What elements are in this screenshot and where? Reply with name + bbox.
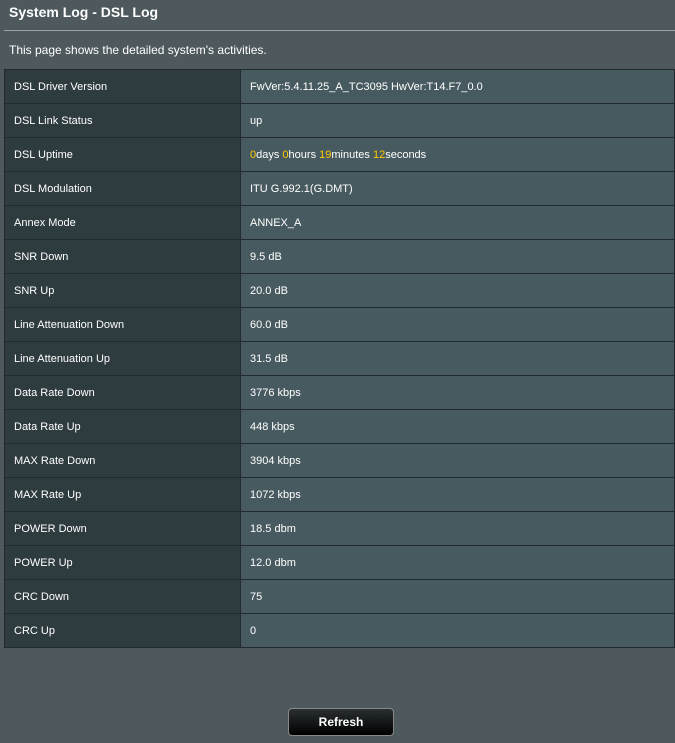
row-label: Line Attenuation Up: [4, 341, 241, 376]
row-value: 20.0 dB: [240, 273, 675, 308]
row-value: 0: [240, 613, 675, 648]
row-value: 12.0 dbm: [240, 545, 675, 580]
row-label: DSL Link Status: [4, 103, 241, 138]
row-label: Data Rate Up: [4, 409, 241, 444]
table-row-dsl-uptime: DSL Uptime 0days 0hours 19minutes 12seco…: [4, 137, 675, 172]
uptime-hours-unit: hours: [288, 148, 320, 161]
row-label: Data Rate Down: [4, 375, 241, 410]
table-row-dsl-modulation: DSL Modulation ITU G.992.1(G.DMT): [4, 171, 675, 206]
row-value: up: [240, 103, 675, 138]
table-row-snr-down: SNR Down 9.5 dB: [4, 239, 675, 274]
row-label: Annex Mode: [4, 205, 241, 240]
row-value: 75: [240, 579, 675, 614]
row-value: 60.0 dB: [240, 307, 675, 342]
row-value: 18.5 dbm: [240, 511, 675, 546]
table-row-crc-up: CRC Up 0: [4, 613, 675, 648]
row-label: CRC Up: [4, 613, 241, 648]
row-value: ITU G.992.1(G.DMT): [240, 171, 675, 206]
row-value: 448 kbps: [240, 409, 675, 444]
uptime-value: 0days 0hours 19minutes 12seconds: [240, 137, 675, 172]
title-divider: [4, 30, 675, 31]
row-label: MAX Rate Up: [4, 477, 241, 512]
uptime-days-unit: days: [256, 148, 283, 161]
table-row-line-attenuation-up: Line Attenuation Up 31.5 dB: [4, 341, 675, 376]
table-row-data-rate-up: Data Rate Up 448 kbps: [4, 409, 675, 444]
row-label: Line Attenuation Down: [4, 307, 241, 342]
row-label: DSL Modulation: [4, 171, 241, 206]
row-label: DSL Driver Version: [4, 69, 241, 104]
table-row-max-rate-up: MAX Rate Up 1072 kbps: [4, 477, 675, 512]
row-label: SNR Down: [4, 239, 241, 274]
table-row-power-down: POWER Down 18.5 dbm: [4, 511, 675, 546]
table-row-power-up: POWER Up 12.0 dbm: [4, 545, 675, 580]
page-description: This page shows the detailed system's ac…: [9, 43, 267, 57]
table-row-snr-up: SNR Up 20.0 dB: [4, 273, 675, 308]
uptime-seconds: 12: [372, 148, 386, 161]
table-row-max-rate-down: MAX Rate Down 3904 kbps: [4, 443, 675, 478]
row-value: 3776 kbps: [240, 375, 675, 410]
dsl-log-table: DSL Driver Version FwVer:5.4.11.25_A_TC3…: [4, 69, 675, 648]
row-value: 9.5 dB: [240, 239, 675, 274]
row-value: 31.5 dB: [240, 341, 675, 376]
row-label: POWER Down: [4, 511, 241, 546]
page-title: System Log - DSL Log: [9, 4, 159, 20]
row-value: 1072 kbps: [240, 477, 675, 512]
table-row-dsl-link-status: DSL Link Status up: [4, 103, 675, 138]
row-value: 3904 kbps: [240, 443, 675, 478]
row-label: POWER Up: [4, 545, 241, 580]
table-row-crc-down: CRC Down 75: [4, 579, 675, 614]
row-label: CRC Down: [4, 579, 241, 614]
table-row-dsl-driver-version: DSL Driver Version FwVer:5.4.11.25_A_TC3…: [4, 69, 675, 104]
uptime-minutes: 19: [319, 148, 332, 161]
row-label: SNR Up: [4, 273, 241, 308]
row-value: ANNEX_A: [240, 205, 675, 240]
uptime-seconds-unit: seconds: [385, 148, 427, 161]
table-row-data-rate-down: Data Rate Down 3776 kbps: [4, 375, 675, 410]
refresh-button[interactable]: Refresh: [288, 708, 394, 736]
row-label: MAX Rate Down: [4, 443, 241, 478]
table-row-annex-mode: Annex Mode ANNEX_A: [4, 205, 675, 240]
table-row-line-attenuation-down: Line Attenuation Down 60.0 dB: [4, 307, 675, 342]
row-value: FwVer:5.4.11.25_A_TC3095 HwVer:T14.F7_0.…: [240, 69, 675, 104]
uptime-minutes-unit: minutes: [331, 148, 373, 161]
row-label: DSL Uptime: [4, 137, 241, 172]
